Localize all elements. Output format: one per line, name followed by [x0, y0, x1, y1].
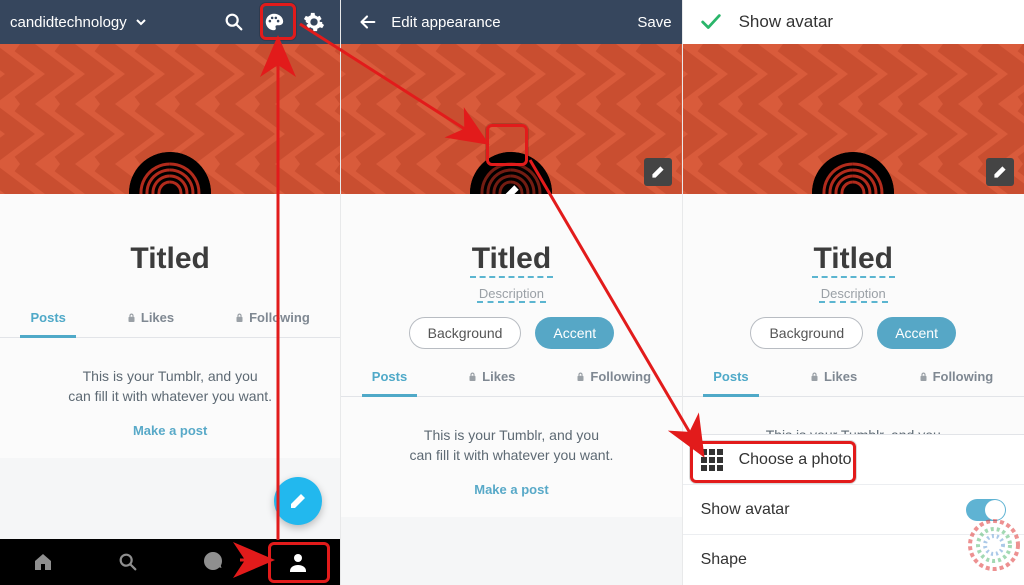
- blog-title-editable[interactable]: Titled: [341, 242, 681, 278]
- grid-icon: [701, 449, 723, 471]
- blog-username[interactable]: candidtechnology: [10, 14, 127, 31]
- tab-posts[interactable]: Posts: [368, 359, 411, 396]
- blog-description-editable[interactable]: Description: [683, 282, 1024, 303]
- make-a-post-link[interactable]: Make a post: [341, 474, 681, 517]
- edit-avatar-icon: [470, 152, 552, 194]
- tab-likes[interactable]: Likes: [123, 300, 178, 337]
- topbar: candidtechnology: [0, 0, 340, 44]
- tab-posts[interactable]: Posts: [709, 359, 752, 396]
- accent-color-button[interactable]: Accent: [535, 317, 614, 349]
- screen-show-avatar: Show avatar Titled Description Backgroun…: [683, 0, 1024, 585]
- tab-following[interactable]: Following: [915, 359, 998, 396]
- lock-icon: [235, 312, 244, 323]
- page-title: Edit appearance: [391, 14, 500, 31]
- header-banner[interactable]: [683, 44, 1024, 194]
- lock-icon: [576, 371, 585, 382]
- header-banner: [0, 44, 340, 194]
- background-color-button[interactable]: Background: [750, 317, 863, 349]
- compose-fab[interactable]: [274, 477, 322, 525]
- topbar: Edit appearance Save: [341, 0, 681, 44]
- blog-title: Titled: [0, 242, 340, 276]
- tab-following[interactable]: Following: [231, 300, 314, 337]
- tab-posts[interactable]: Posts: [26, 300, 69, 337]
- make-a-post-link[interactable]: Make a post: [0, 415, 340, 458]
- edit-header-icon[interactable]: [644, 158, 672, 186]
- search-icon[interactable]: [218, 6, 250, 38]
- save-button[interactable]: Save: [637, 14, 671, 31]
- tab-likes[interactable]: Likes: [464, 359, 519, 396]
- avatar[interactable]: [812, 152, 894, 194]
- background-color-button[interactable]: Background: [409, 317, 522, 349]
- empty-state-text: This is your Tumblr, and youcan fill it …: [0, 338, 340, 415]
- avatar-edit[interactable]: [470, 152, 552, 194]
- lock-icon: [127, 312, 136, 323]
- choose-photo-row[interactable]: Choose a photo: [683, 435, 1024, 485]
- chevron-down-icon[interactable]: [135, 16, 147, 28]
- gear-icon[interactable]: [298, 6, 330, 38]
- blog-title-editable[interactable]: Titled: [683, 242, 1024, 278]
- empty-state-text: This is your Tumblr, and youcan fill it …: [341, 397, 681, 474]
- confirm-icon[interactable]: [695, 6, 727, 38]
- watermark-logo-icon: [968, 519, 1020, 571]
- show-avatar-toggle[interactable]: [966, 499, 1006, 521]
- nav-messages-icon[interactable]: [197, 546, 229, 578]
- header-banner[interactable]: [341, 44, 681, 194]
- nav-home-icon[interactable]: [27, 546, 59, 578]
- screen-edit-appearance: Edit appearance Save Titled Description …: [341, 0, 682, 585]
- nav-search-icon[interactable]: [112, 546, 144, 578]
- tab-following[interactable]: Following: [572, 359, 655, 396]
- lock-icon: [810, 371, 819, 382]
- topbar: Show avatar: [683, 0, 1024, 44]
- screen-blog-profile: candidtechnology Titled Posts Likes Foll…: [0, 0, 341, 585]
- accent-color-button[interactable]: Accent: [877, 317, 956, 349]
- palette-icon[interactable]: [258, 6, 290, 38]
- avatar[interactable]: [129, 152, 211, 194]
- edit-header-icon[interactable]: [986, 158, 1014, 186]
- blog-description-editable[interactable]: Description: [341, 282, 681, 303]
- bottom-nav: [0, 539, 340, 585]
- nav-account-icon[interactable]: [282, 546, 314, 578]
- page-title: Show avatar: [739, 12, 834, 32]
- back-icon[interactable]: [351, 6, 383, 38]
- lock-icon: [919, 371, 928, 382]
- lock-icon: [468, 371, 477, 382]
- tab-likes[interactable]: Likes: [806, 359, 861, 396]
